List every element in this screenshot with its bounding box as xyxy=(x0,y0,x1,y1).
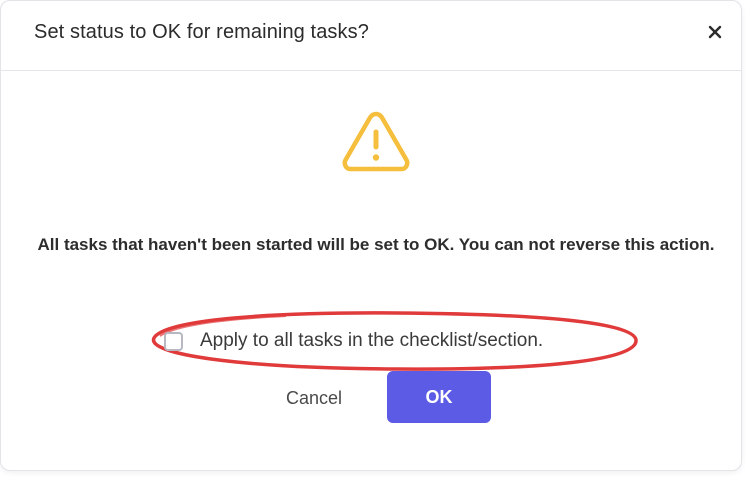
confirm-dialog: Set status to OK for remaining tasks? Al… xyxy=(0,0,742,471)
apply-all-checkbox[interactable] xyxy=(164,331,183,351)
close-icon xyxy=(708,25,722,39)
cancel-button[interactable]: Cancel xyxy=(271,373,357,423)
apply-all-label: Apply to all tasks in the checklist/sect… xyxy=(200,330,544,351)
apply-all-checkbox-row[interactable]: Apply to all tasks in the checklist/sect… xyxy=(164,328,543,354)
warning-triangle-icon xyxy=(342,111,410,172)
dialog-title: Set status to OK for remaining tasks? xyxy=(34,21,369,43)
ok-button[interactable]: OK xyxy=(387,371,491,423)
dialog-header: Set status to OK for remaining tasks? xyxy=(1,1,741,71)
dialog-message: All tasks that haven't been started will… xyxy=(37,235,715,254)
close-button[interactable] xyxy=(700,17,730,47)
